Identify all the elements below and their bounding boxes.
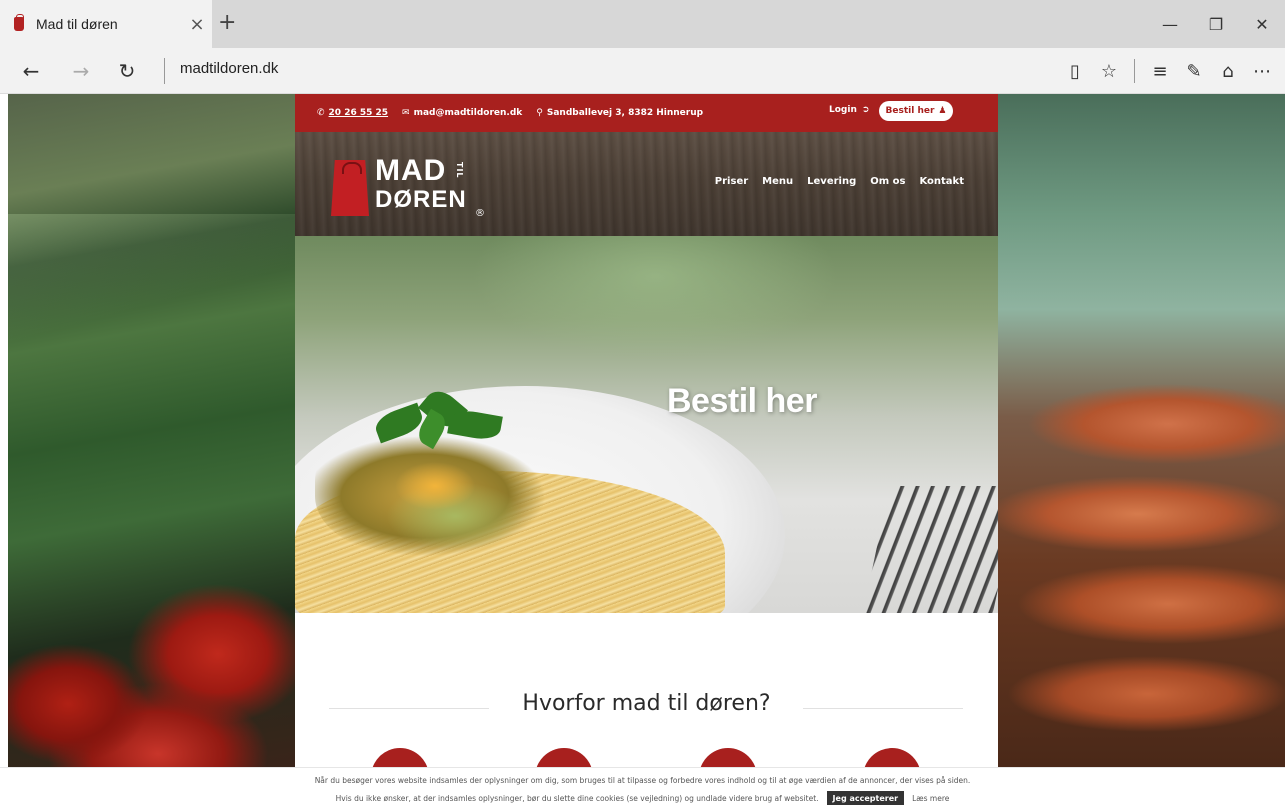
- more-icon[interactable]: ⋯: [1245, 56, 1279, 86]
- envelope-icon: ✉: [402, 108, 410, 118]
- browser-toolbar: ← → ↻ madtildoren.dk ▯ ☆ ≡ ✎ ⌂ ⋯: [0, 48, 1285, 94]
- site-logo[interactable]: MAD TIL DØREN ®: [331, 150, 491, 230]
- hub-icon[interactable]: ≡: [1143, 56, 1177, 86]
- cookie-text-line1: Når du besøger vores website indsamles d…: [314, 776, 971, 785]
- site-container: ✆ 20 26 55 25 ✉ mad@madtildoren.dk ⚲ Sandba…: [295, 94, 998, 805]
- order-button[interactable]: Bestil her ♟: [879, 101, 953, 121]
- toolbar-actions: ▯ ☆ ≡ ✎ ⌂ ⋯: [1058, 56, 1279, 86]
- browser-tab[interactable]: Mad til døren ×: [0, 0, 212, 48]
- reading-view-icon[interactable]: ▯: [1058, 56, 1092, 86]
- order-button-label: Bestil her: [885, 106, 935, 116]
- nav-item-om-os[interactable]: Om os: [870, 176, 905, 187]
- logo-text-mad: MAD: [375, 154, 447, 187]
- email-address: mad@madtildoren.dk: [413, 108, 523, 118]
- why-section: Hvorfor mad til døren?: [295, 613, 998, 805]
- forward-icon[interactable]: →: [66, 56, 96, 86]
- back-icon[interactable]: ←: [16, 56, 46, 86]
- restore-icon[interactable]: ❐: [1193, 0, 1239, 48]
- shopping-bag-icon: [331, 160, 369, 216]
- map-pin-icon: ⚲: [536, 108, 543, 118]
- basil-leaves-image: [365, 384, 515, 458]
- web-page: ✆ 20 26 55 25 ✉ mad@madtildoren.dk ⚲ Sandba…: [0, 94, 1285, 805]
- logo-text-doren: DØREN: [375, 186, 467, 213]
- logo-text-til: TIL: [455, 162, 464, 179]
- read-more-link[interactable]: Læs mere: [912, 794, 949, 803]
- login-label: Login: [829, 105, 857, 115]
- email-link[interactable]: ✉ mad@madtildoren.dk: [402, 108, 522, 118]
- tab-close-icon[interactable]: ×: [182, 14, 212, 35]
- tab-title: Mad til døren: [36, 16, 118, 32]
- nav-item-menu[interactable]: Menu: [762, 176, 793, 187]
- window-controls: — ❐ ✕: [1147, 0, 1285, 48]
- login-link[interactable]: Login ➲: [829, 105, 869, 115]
- street-address: Sandballevej 3, 8382 Hinnerup: [546, 108, 704, 118]
- fork-image: [860, 486, 998, 613]
- address-bar[interactable]: madtildoren.dk: [180, 60, 278, 77]
- toolbar-separator: [1134, 59, 1135, 83]
- user-icon: ♟: [938, 106, 947, 116]
- phone-link[interactable]: ✆ 20 26 55 25: [317, 108, 388, 118]
- carrots-background-right: [998, 94, 1285, 767]
- web-note-icon[interactable]: ✎: [1177, 56, 1211, 86]
- cookie-banner: Når du besøger vores website indsamles d…: [0, 767, 1285, 805]
- nav-item-priser[interactable]: Priser: [715, 176, 748, 187]
- vegetables-background-left: [8, 94, 295, 767]
- main-navigation: Priser Menu Levering Om os Kontakt: [715, 176, 964, 187]
- new-tab-icon[interactable]: +: [218, 10, 236, 35]
- address-separator: [164, 58, 165, 84]
- contact-topbar: ✆ 20 26 55 25 ✉ mad@madtildoren.dk ⚲ Sandba…: [295, 94, 998, 132]
- hero-title: Bestil her: [667, 382, 817, 420]
- minimize-icon[interactable]: —: [1147, 0, 1193, 48]
- share-icon[interactable]: ⌂: [1211, 56, 1245, 86]
- site-header: MAD TIL DØREN ® Priser Menu Levering Om …: [295, 132, 998, 236]
- cookie-text-line2: Hvis du ikke ønsker, at der indsamles op…: [335, 794, 819, 803]
- phone-number: 20 26 55 25: [328, 108, 389, 118]
- registered-mark: ®: [475, 208, 485, 219]
- login-icon: ➲: [861, 105, 870, 115]
- hero-banner[interactable]: Bestil her: [295, 236, 998, 613]
- section-title: Hvorfor mad til døren?: [522, 691, 771, 716]
- bag-favicon-icon: [14, 14, 24, 31]
- refresh-icon[interactable]: ↻: [112, 56, 142, 86]
- accept-cookies-button[interactable]: Jeg accepterer: [826, 791, 905, 805]
- close-window-icon[interactable]: ✕: [1239, 0, 1285, 48]
- address-info: ⚲ Sandballevej 3, 8382 Hinnerup: [536, 108, 703, 118]
- tab-bar: Mad til døren × + — ❐ ✕: [0, 0, 1285, 48]
- favorites-star-icon[interactable]: ☆: [1092, 56, 1126, 86]
- nav-item-kontakt[interactable]: Kontakt: [919, 176, 964, 187]
- nav-item-levering[interactable]: Levering: [807, 176, 856, 187]
- phone-icon: ✆: [317, 108, 325, 118]
